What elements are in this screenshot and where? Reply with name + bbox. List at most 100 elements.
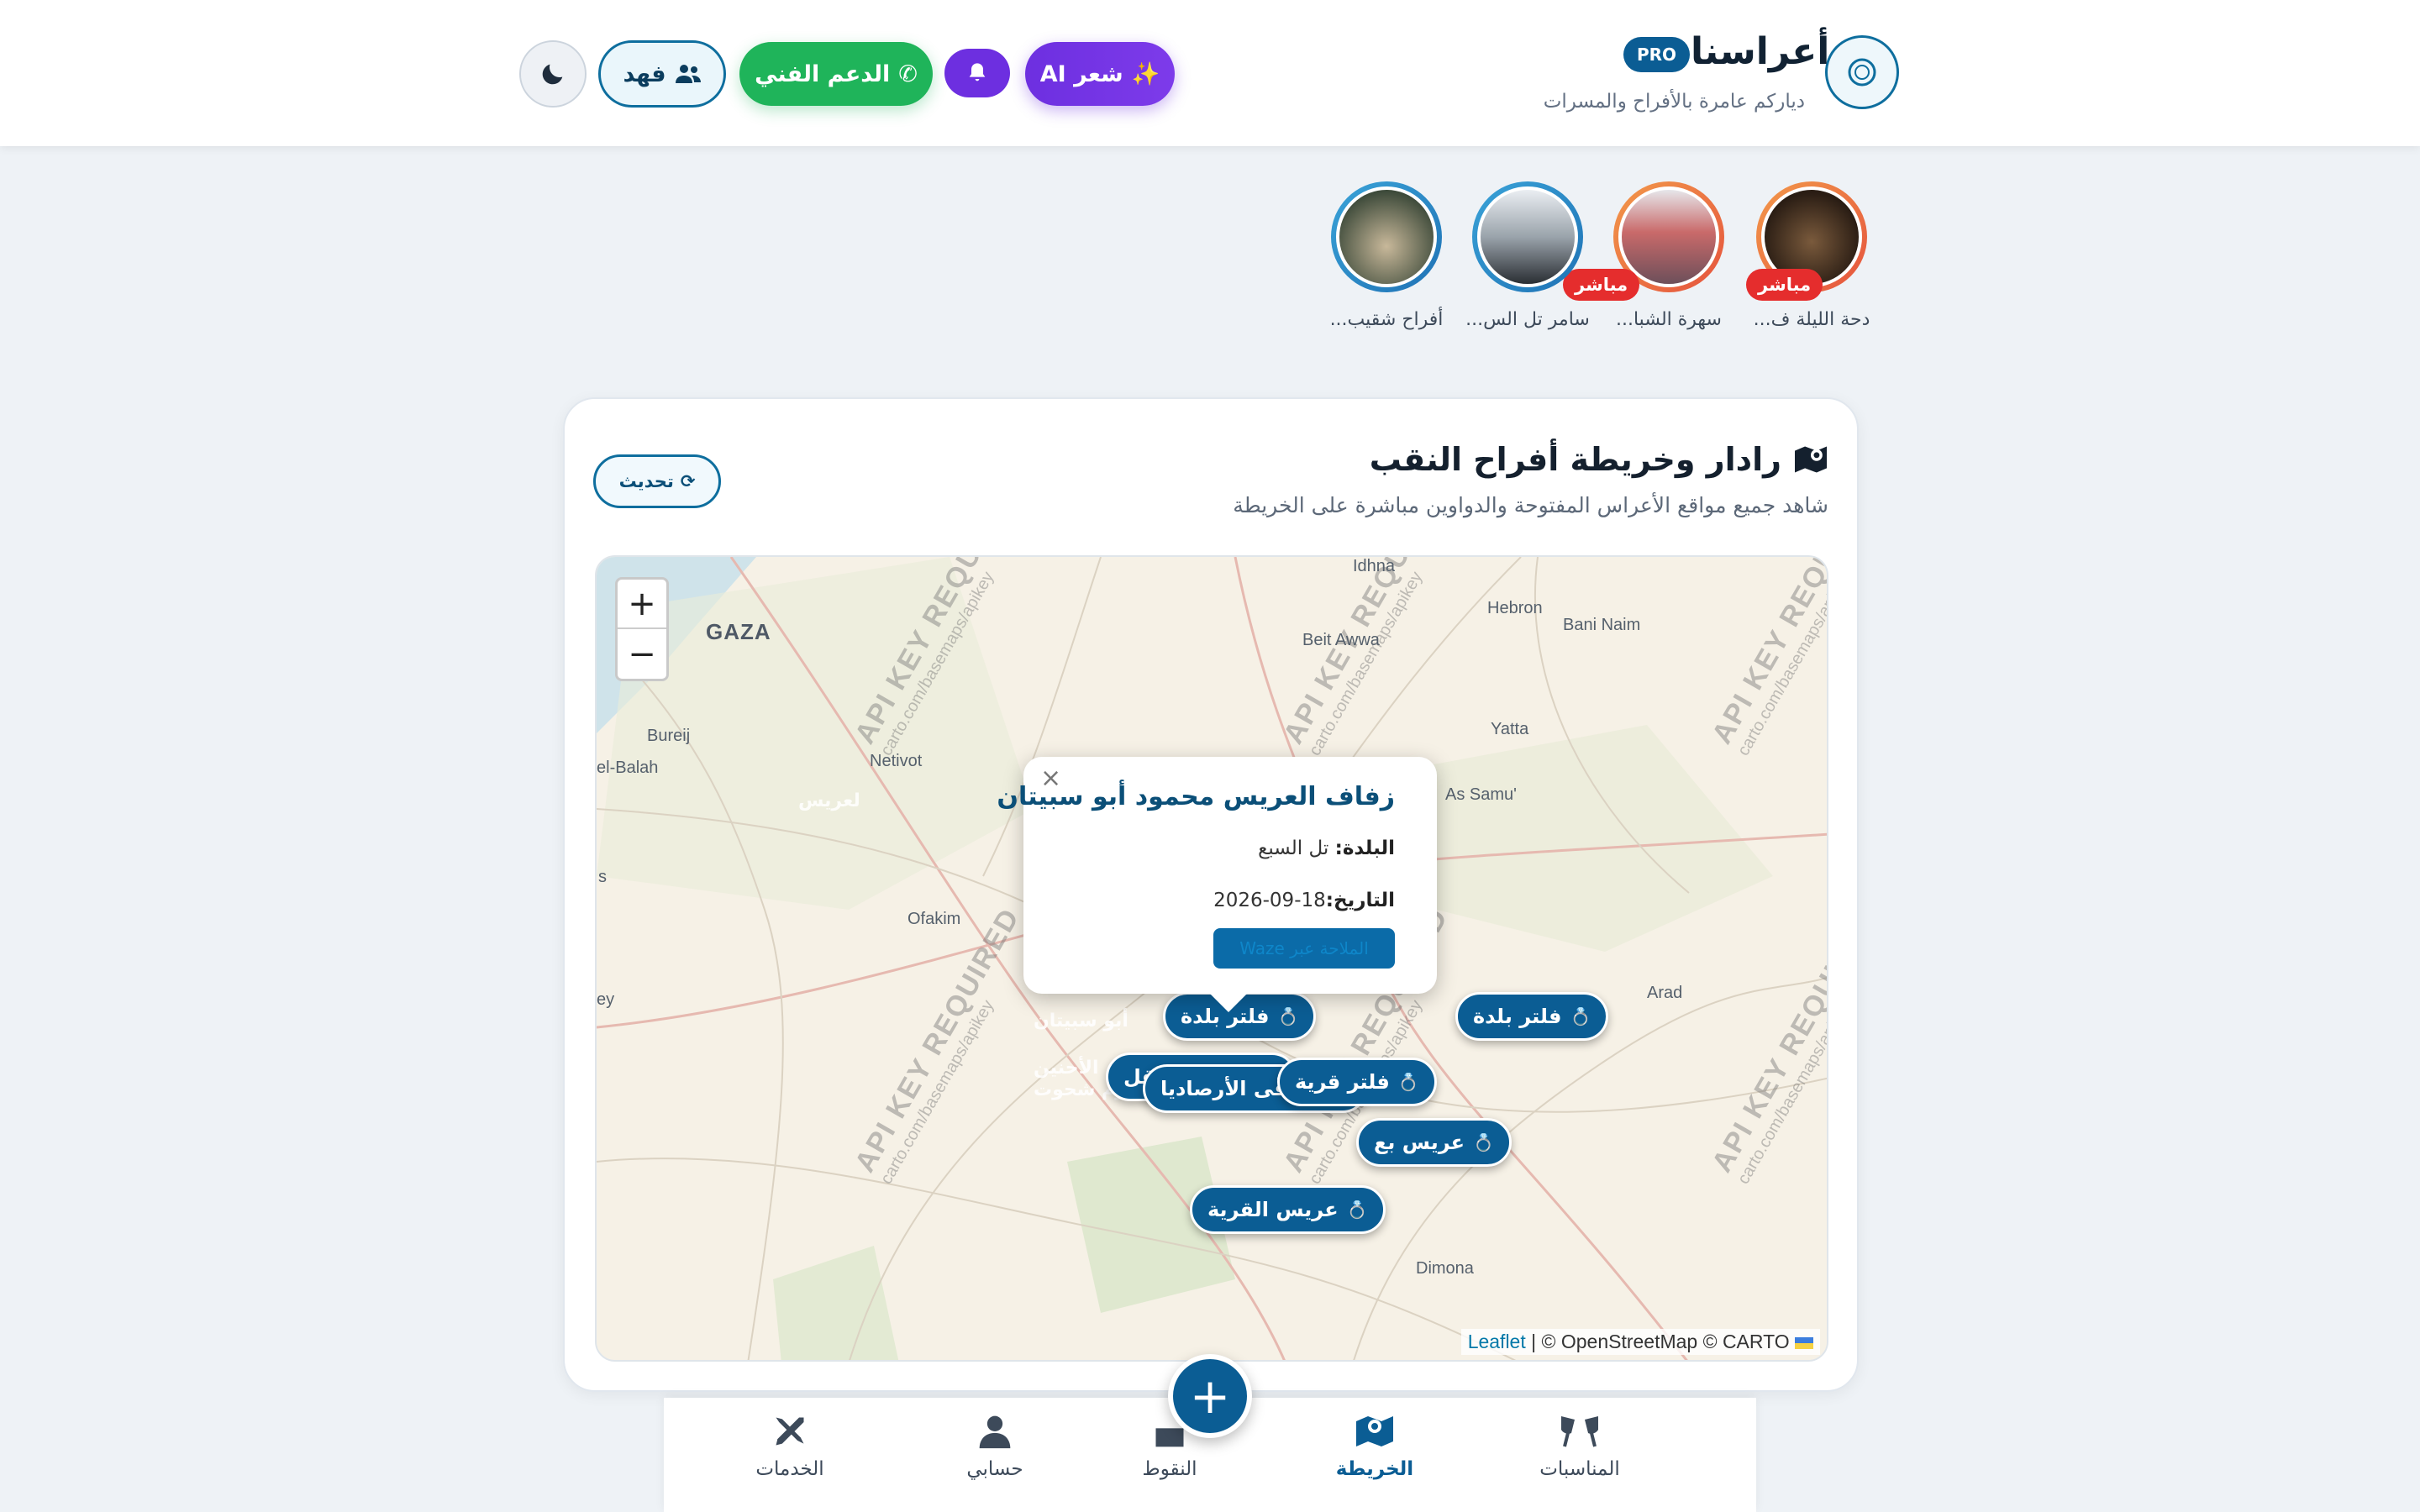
map-place-label: Dimona: [1416, 1259, 1474, 1278]
story-item[interactable]: سامر تل الس...: [1465, 181, 1590, 330]
user-icon: [979, 1415, 1011, 1449]
moon-icon: [542, 64, 563, 85]
radar-card: رادار وخريطة أفراح النقب شاهد جميع مواقع…: [563, 397, 1859, 1392]
waze-navigation-button[interactable]: الملاحة عبر Waze: [1213, 928, 1395, 969]
story-ring: مباشر: [1563, 181, 1724, 301]
nav-services-label: الخدمات: [755, 1458, 824, 1480]
bell-icon: [969, 63, 986, 81]
popup-title: زفاف العريس محمود أبو سبيتان: [997, 782, 1395, 811]
map-place-label: Ofakim: [908, 910, 961, 928]
radar-title-text: رادار وخريطة أفراح النقب: [1369, 441, 1781, 478]
radar-title: رادار وخريطة أفراح النقب: [1370, 441, 1828, 478]
map-marker[interactable]: 💍 فلتر بلدة: [1455, 992, 1609, 1041]
map-place-label: Yatta: [1491, 720, 1529, 738]
radar-subtitle: شاهد جميع مواقع الأعراس المفتوحة والدواو…: [1233, 493, 1828, 517]
live-badge: مباشر: [1746, 269, 1823, 301]
brand-name: أعراسنا: [1691, 30, 1830, 73]
notifications-button[interactable]: [944, 49, 1010, 97]
story-caption: سهرة الشبا...: [1616, 309, 1722, 330]
ring-icon: 💍: [1473, 1132, 1494, 1152]
map-place-label: ey: [597, 990, 615, 1009]
support-label: الدعم الفني: [755, 60, 891, 87]
user-button[interactable]: فهد: [598, 40, 726, 108]
zoom-in-button[interactable]: +: [618, 580, 666, 629]
flag-icon: [1795, 1336, 1813, 1349]
logo-ring-icon: [1848, 58, 1876, 87]
popup-town-row: البلدة: تل السبع: [1258, 837, 1395, 859]
story-item[interactable]: مباشر دحة الليلة ف...: [1746, 181, 1870, 330]
marker-label: عريس بع: [1374, 1131, 1465, 1154]
ring-icon: 💍: [1346, 1200, 1368, 1220]
map-marker[interactable]: 💍 عريس القرية: [1190, 1185, 1386, 1234]
story-thumbnail: [1336, 186, 1437, 287]
map-place-label: Netivot: [870, 752, 923, 770]
map-ghost-label: أبو سبيتان: [1034, 1011, 1128, 1032]
ai-poetry-label: شعر AI: [1039, 60, 1123, 87]
brand-tagline: دياركم عامرة بالأفراح والمسرات: [1543, 91, 1805, 113]
story-thumbnail: [1477, 186, 1578, 287]
story-item[interactable]: مباشر سهرة الشبا...: [1563, 181, 1724, 330]
ring-icon: 💍: [1570, 1006, 1591, 1026]
pro-badge: PRO: [1623, 37, 1691, 72]
zoom-control: + −: [615, 577, 669, 681]
users-icon: [675, 65, 701, 83]
nav-points-label: النقوط: [1142, 1458, 1197, 1480]
date-value: 18-09-2026: [1213, 890, 1326, 911]
wedding-popup: × زفاف العريس محمود أبو سبيتان البلدة: ت…: [997, 757, 1437, 1012]
date-label: التاريخ:: [1325, 890, 1395, 911]
story-ring: [1472, 181, 1583, 292]
nav-map-label: الخريطة: [1335, 1458, 1414, 1480]
story-ring: [1331, 181, 1442, 292]
map-place-label: Idhna: [1353, 557, 1396, 575]
top-header: أعراسنا PRO دياركم عامرة بالأفراح والمسر…: [0, 0, 2420, 146]
map-place-label: Bani Naim: [1563, 616, 1641, 634]
magic-wand-icon: ✨: [1131, 61, 1160, 87]
support-button[interactable]: ✆ الدعم الفني: [739, 42, 933, 106]
map-place-label: Hebron: [1487, 599, 1543, 617]
town-value: تل السبع: [1258, 837, 1329, 859]
nav-account[interactable]: حسابي: [919, 1413, 1071, 1480]
whatsapp-icon: ✆: [898, 60, 918, 87]
user-name: فهد: [623, 60, 666, 87]
marker-label: فلتر قرية: [1295, 1070, 1390, 1094]
ring-icon: 💍: [1397, 1072, 1419, 1092]
popup-date-row: التاريخ:18-09-2026: [1213, 890, 1395, 911]
map-marker[interactable]: 💍 عريس بع: [1356, 1118, 1512, 1167]
nav-map[interactable]: الخريطة: [1299, 1413, 1450, 1480]
map-icon: [1795, 446, 1827, 473]
map-place-label: el-Balah: [597, 759, 659, 777]
marker-label: عريس القرية: [1207, 1198, 1339, 1221]
map-place-label: Beit Awwa: [1302, 631, 1380, 649]
story-ring: مباشر: [1746, 181, 1867, 301]
app-logo[interactable]: [1825, 35, 1899, 109]
marker-label: فلتر بلدة: [1473, 1005, 1562, 1028]
ring-icon: 💍: [1277, 1006, 1299, 1026]
cheers-icon: [1561, 1416, 1598, 1447]
story-caption: دحة الليلة ف...: [1753, 309, 1870, 330]
nav-events-label: المناسبات: [1539, 1458, 1620, 1480]
story-item[interactable]: أفراح شقيب...: [1330, 181, 1443, 330]
map-view[interactable]: API KEY REQUIRED carto.com/basemaps/apike…: [595, 555, 1828, 1362]
map-attribution: Leaflet | © OpenStreetMap © CARTO: [1460, 1329, 1820, 1355]
add-event-fab[interactable]: +: [1168, 1354, 1252, 1438]
tools-icon: [776, 1417, 804, 1446]
map-place-label: As Samu': [1445, 785, 1517, 804]
nav-account-label: حسابي: [966, 1458, 1023, 1480]
map-place-label: GAZA: [706, 619, 771, 644]
story-caption: أفراح شقيب...: [1329, 309, 1444, 330]
dark-mode-toggle[interactable]: [519, 40, 587, 108]
nav-services[interactable]: الخدمات: [714, 1413, 865, 1480]
map-ghost-label: لعريس: [798, 790, 860, 811]
map-icon: [1356, 1416, 1393, 1446]
nav-events[interactable]: المناسبات: [1504, 1413, 1655, 1480]
town-label: البلدة:: [1334, 837, 1395, 859]
leaflet-link[interactable]: Leaflet: [1468, 1331, 1526, 1352]
ai-poetry-button[interactable]: ✨ شعر AI: [1025, 42, 1175, 106]
zoom-out-button[interactable]: −: [618, 629, 666, 679]
refresh-icon: ⟳: [680, 471, 696, 491]
refresh-button[interactable]: ⟳ تحديث: [593, 454, 721, 508]
map-place-label: s: [598, 868, 607, 886]
map-marker[interactable]: 💍 فلتر قرية: [1277, 1058, 1437, 1106]
refresh-label: تحديث: [618, 471, 674, 491]
map-place-label: Arad: [1647, 984, 1683, 1002]
